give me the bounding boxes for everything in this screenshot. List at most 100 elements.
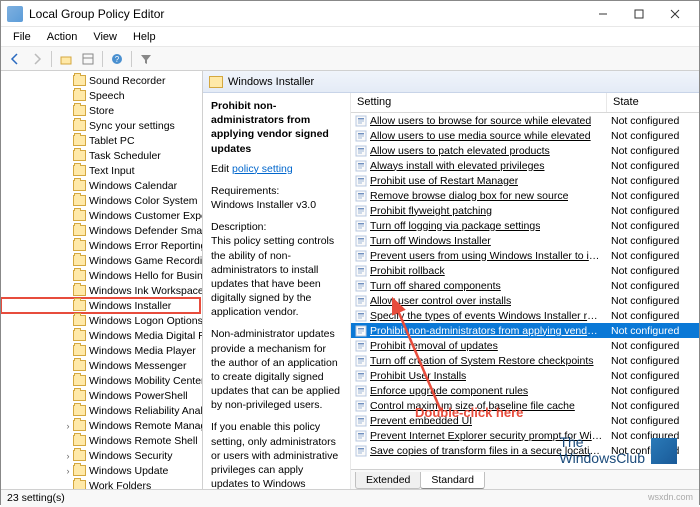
setting-row[interactable]: Prohibit use of Restart Manager Not confi… — [351, 173, 699, 188]
tab-standard[interactable]: Standard — [420, 472, 485, 489]
policy-icon — [355, 235, 367, 247]
setting-row[interactable]: Turn off creation of System Restore chec… — [351, 353, 699, 368]
setting-row[interactable]: Turn off logging via package settingsNot… — [351, 218, 699, 233]
setting-state: Not configured — [607, 205, 699, 217]
tree-node[interactable]: Windows Media Player — [1, 343, 200, 358]
policy-icon — [355, 430, 367, 442]
tree-node-label: Windows Error Reporting — [89, 240, 203, 252]
setting-row[interactable]: Allow users to use media source while el… — [351, 128, 699, 143]
menu-view[interactable]: View — [85, 29, 125, 45]
tab-extended[interactable]: Extended — [355, 472, 421, 489]
tree-node[interactable]: Text Input — [1, 163, 200, 178]
tree-node-label: Windows Update — [89, 465, 168, 477]
folder-icon — [73, 390, 86, 401]
policy-icon — [355, 220, 367, 232]
folder-icon — [73, 435, 86, 446]
setting-row[interactable]: Allow users to patch elevated productsNo… — [351, 143, 699, 158]
setting-row[interactable]: Prevent users from using Windows Install… — [351, 248, 699, 263]
settings-list[interactable]: Allow users to browse for source while e… — [351, 113, 699, 469]
forward-button[interactable] — [27, 49, 47, 69]
setting-state: Not configured — [607, 340, 699, 352]
tree-node[interactable]: Windows PowerShell — [1, 388, 200, 403]
content-header: Windows Installer — [203, 71, 699, 93]
setting-state: Not configured — [607, 175, 699, 187]
minimize-button[interactable] — [585, 3, 621, 25]
folder-icon — [73, 300, 86, 311]
tree-node-label: Work Folders — [89, 480, 151, 490]
policy-icon — [355, 370, 367, 382]
tree-node[interactable]: ›Windows Remote Management — [1, 418, 200, 433]
tree-node[interactable]: Task Scheduler — [1, 148, 200, 163]
policy-tree[interactable]: Sound RecorderSpeechStoreSync your setti… — [1, 71, 203, 489]
tree-node[interactable]: Windows Ink Workspace — [1, 283, 200, 298]
tree-node-label: Windows Installer — [89, 300, 171, 312]
col-setting[interactable]: Setting — [351, 93, 607, 112]
tree-node-label: Tablet PC — [89, 135, 135, 147]
setting-name: Always install with elevated privileges — [370, 160, 545, 172]
tree-node[interactable]: Windows Media Digital Rights I — [1, 328, 200, 343]
tree-node[interactable]: Windows Customer Experience — [1, 208, 200, 223]
setting-state: Not configured — [607, 415, 699, 427]
tree-node[interactable]: Windows Mobility Center — [1, 373, 200, 388]
menu-action[interactable]: Action — [39, 29, 86, 45]
close-button[interactable] — [657, 3, 693, 25]
col-state[interactable]: State — [607, 93, 699, 112]
setting-row[interactable]: Always install with elevated privilegesN… — [351, 158, 699, 173]
tree-node[interactable]: Windows Defender SmartScreen — [1, 223, 200, 238]
setting-row[interactable]: Allow user control over installsNot conf… — [351, 293, 699, 308]
setting-row[interactable]: Specify the types of events Windows Inst… — [351, 308, 699, 323]
tree-node[interactable]: Work Folders — [1, 478, 200, 489]
tree-node[interactable]: Windows Reliability Analysis — [1, 403, 200, 418]
tree-node[interactable]: Windows Error Reporting — [1, 238, 200, 253]
up-button[interactable] — [56, 49, 76, 69]
setting-name: Prohibit use of Restart Manager — [370, 175, 518, 187]
tree-node-label: Text Input — [89, 165, 135, 177]
setting-row[interactable]: Control maximum size of baseline file ca… — [351, 398, 699, 413]
tree-node[interactable]: Windows Color System — [1, 193, 200, 208]
tree-node[interactable]: Sync your settings — [1, 118, 200, 133]
setting-row[interactable]: Enforce upgrade component rulesNot confi… — [351, 383, 699, 398]
edit-policy-link[interactable]: policy setting — [232, 163, 293, 175]
setting-row[interactable]: Prohibit User InstallsNot configured — [351, 368, 699, 383]
help-button[interactable]: ? — [107, 49, 127, 69]
menu-help[interactable]: Help — [125, 29, 164, 45]
app-icon — [7, 6, 23, 22]
tree-node[interactable]: Windows Messenger — [1, 358, 200, 373]
setting-row[interactable]: Prohibit removal of updates Not configure… — [351, 338, 699, 353]
tree-node[interactable]: Windows Game Recording and — [1, 253, 200, 268]
setting-row[interactable]: Turn off shared componentsNot configured — [351, 278, 699, 293]
tree-node[interactable]: Windows Calendar — [1, 178, 200, 193]
folder-icon — [73, 150, 86, 161]
setting-row[interactable]: Prohibit non-administrators from applyin… — [351, 323, 699, 338]
tree-node[interactable]: Windows Hello for Business — [1, 268, 200, 283]
filter-button[interactable] — [136, 49, 156, 69]
show-hide-button[interactable] — [78, 49, 98, 69]
tree-node[interactable]: ›Windows Security — [1, 448, 200, 463]
tree-node[interactable]: Speech — [1, 88, 200, 103]
tree-node[interactable]: Windows Installer — [1, 298, 200, 313]
maximize-button[interactable] — [621, 3, 657, 25]
tree-node[interactable]: Windows Remote Shell — [1, 433, 200, 448]
tree-node[interactable]: Windows Logon Options — [1, 313, 200, 328]
tree-node-label: Windows Ink Workspace — [89, 285, 203, 297]
setting-row[interactable]: Turn off Windows InstallerNot configured — [351, 233, 699, 248]
setting-row[interactable]: Allow users to browse for source while e… — [351, 113, 699, 128]
policy-icon — [355, 160, 367, 172]
tree-node[interactable]: Store — [1, 103, 200, 118]
tree-node[interactable]: ›Windows Update — [1, 463, 200, 478]
status-bar: 23 setting(s) — [1, 489, 699, 507]
setting-name: Allow user control over installs — [370, 295, 511, 307]
tree-node-label: Windows Calendar — [89, 180, 177, 192]
menu-file[interactable]: File — [5, 29, 39, 45]
setting-state: Not configured — [607, 355, 699, 367]
tree-node[interactable]: Sound Recorder — [1, 73, 200, 88]
setting-name: Prohibit removal of updates — [370, 340, 498, 352]
back-button[interactable] — [5, 49, 25, 69]
folder-icon — [73, 165, 86, 176]
setting-row[interactable]: Prohibit rollbackNot configured — [351, 263, 699, 278]
setting-row[interactable]: Prevent embedded UINot configured — [351, 413, 699, 428]
tree-node[interactable]: Tablet PC — [1, 133, 200, 148]
setting-state: Not configured — [607, 145, 699, 157]
setting-row[interactable]: Remove browse dialog box for new sourceN… — [351, 188, 699, 203]
setting-row[interactable]: Prohibit flyweight patchingNot configure… — [351, 203, 699, 218]
